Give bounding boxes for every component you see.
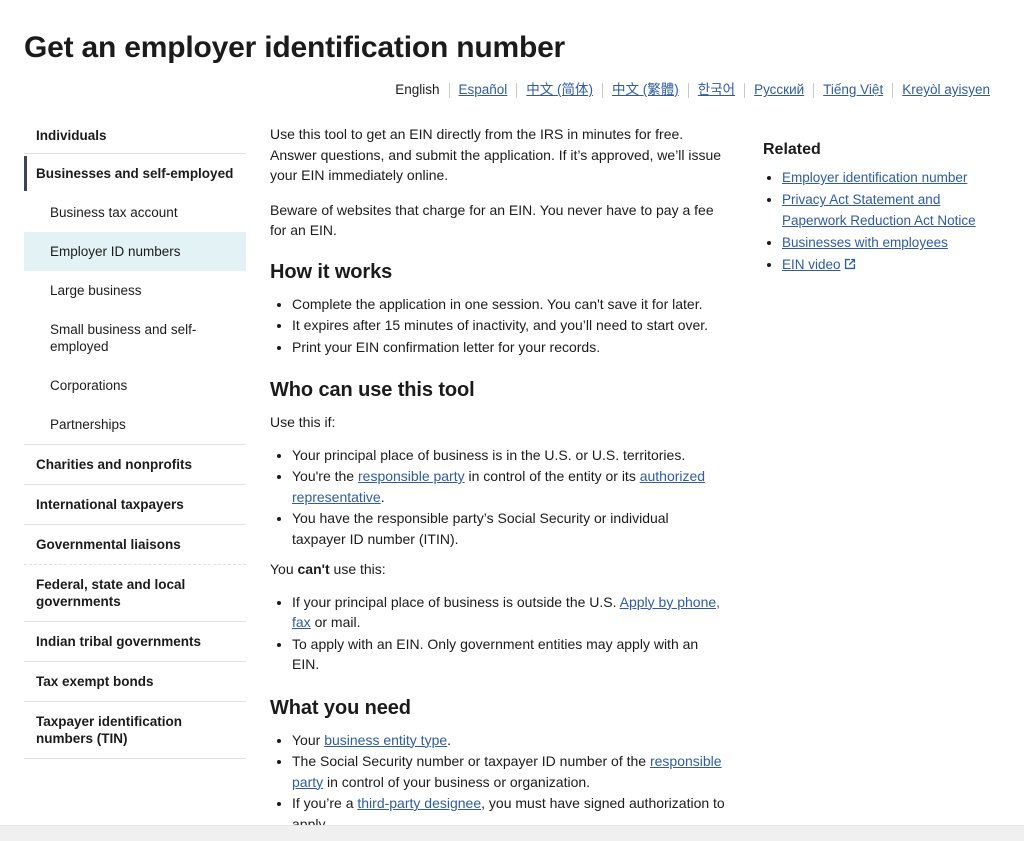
language-link-es[interactable]: Español <box>450 82 517 98</box>
sidebar-item-corporations[interactable]: Corporations <box>24 366 246 405</box>
text-fragment: . <box>380 488 385 505</box>
sidebar-item-employer-id-numbers[interactable]: Employer ID numbers <box>24 232 246 271</box>
sidebar-item-partnerships[interactable]: Partnerships <box>24 405 246 444</box>
left-sidebar-nav: Individuals Businesses and self-employed… <box>24 128 246 759</box>
list-item: You have the responsible party’s Social … <box>292 508 726 549</box>
language-link-zh-hant[interactable]: 中文 (繁體) <box>603 82 688 98</box>
related-link-ein-video[interactable]: EIN video <box>782 257 841 272</box>
text-fragment: . <box>447 731 452 748</box>
footer-strip <box>0 825 1024 841</box>
sidebar-item-small-business-and-self-employed[interactable]: Small business and self-employed <box>24 310 246 366</box>
text-fragment: If you’re a <box>292 795 358 811</box>
warning-paragraph: Beware of websites that charge for an EI… <box>270 201 714 239</box>
sidebar-item-individuals[interactable]: Individuals <box>24 128 246 153</box>
heading-what-you-need: What you need <box>270 696 411 719</box>
list-item: If your principal place of business is o… <box>292 592 726 633</box>
page-root: Get an employer identification number En… <box>0 0 1024 841</box>
text-fragment: The Social Security number or taxpayer I… <box>292 753 650 769</box>
link-responsible-party[interactable]: responsible party <box>358 468 465 484</box>
list-item: Print your EIN confirmation letter for y… <box>292 337 726 358</box>
text-fragment: use this: <box>329 561 386 577</box>
text-fragment: in control of your business or organizat… <box>323 773 591 790</box>
link-third-party-designee[interactable]: third-party designee <box>357 795 481 811</box>
list-item: Your business entity type. <box>292 730 726 751</box>
sidebar-item-large-business[interactable]: Large business <box>24 271 246 310</box>
related-link-privacy-act-statement[interactable]: Privacy Act Statement and Paperwork Redu… <box>782 192 976 228</box>
sidebar-item-business-tax-account[interactable]: Business tax account <box>24 193 246 232</box>
what-you-need-list: Your business entity type. The Social Se… <box>270 730 726 835</box>
list-item: The Social Security number or taxpayer I… <box>292 751 726 792</box>
text-fragment: You <box>270 561 298 577</box>
text-fragment: If your principal place of business is o… <box>292 593 620 610</box>
cant-use-list: If your principal place of business is o… <box>270 592 726 675</box>
use-this-if-label: Use this if: <box>270 414 336 430</box>
cant-use-label: You can't use this: <box>270 559 726 580</box>
who-can-use-list: Your principal place of business is in t… <box>270 445 726 550</box>
related-heading: Related <box>763 141 821 158</box>
sidebar-item-charities-and-nonprofits[interactable]: Charities and nonprofits <box>24 445 246 484</box>
text-emphasis-cant: can't <box>297 561 330 577</box>
list-item: Complete the application in one session.… <box>292 294 726 315</box>
heading-how-it-works: How it works <box>270 260 393 283</box>
language-link-zh-hans[interactable]: 中文 (简体) <box>517 82 602 98</box>
list-item: Businesses with employees <box>782 232 1003 253</box>
sidebar-item-businesses-and-self-employed[interactable]: Businesses and self-employed <box>24 154 246 193</box>
list-item: Privacy Act Statement and Paperwork Redu… <box>782 189 1003 231</box>
page-title: Get an employer identification number <box>24 31 566 65</box>
sidebar-item-indian-tribal-governments[interactable]: Indian tribal governments <box>24 622 246 661</box>
link-business-entity-type[interactable]: business entity type <box>324 732 447 748</box>
related-link-businesses-with-employees[interactable]: Businesses with employees <box>782 235 948 250</box>
main-content: Use this tool to get an EIN directly fro… <box>270 124 726 841</box>
text-fragment: Your <box>292 731 325 748</box>
language-link-ht[interactable]: Kreyòl ayisyen <box>893 82 990 98</box>
external-link-icon <box>844 255 856 276</box>
language-current: English <box>395 82 440 97</box>
sidebar-item-tax-exempt-bonds[interactable]: Tax exempt bonds <box>24 662 246 701</box>
list-item: EIN video <box>782 254 1003 276</box>
language-link-ko[interactable]: 한국어 <box>689 82 744 98</box>
heading-who-can-use-this-tool: Who can use this tool <box>270 379 475 401</box>
intro-paragraph: Use this tool to get an EIN directly fro… <box>270 126 722 183</box>
text-fragment: in control of the entity or its <box>464 468 640 484</box>
related-link-employer-identification-number[interactable]: Employer identification number <box>782 170 967 185</box>
related-list: Employer identification number Privacy A… <box>763 167 1003 276</box>
text-fragment: You're the <box>292 468 358 484</box>
sidebar-divider <box>24 758 246 759</box>
list-item: It expires after 15 minutes of inactivit… <box>292 315 726 336</box>
language-selector: English Español 中文 (简体) 中文 (繁體) 한국어 Русс… <box>395 82 990 98</box>
language-link-ru[interactable]: Русский <box>745 82 813 98</box>
list-item: You're the responsible party in control … <box>292 466 726 507</box>
how-it-works-list: Complete the application in one session.… <box>270 294 726 358</box>
sidebar-item-taxpayer-identification-numbers[interactable]: Taxpayer identification numbers (TIN) <box>24 702 246 758</box>
list-item: To apply with an EIN. Only government en… <box>292 634 726 675</box>
list-item: Your principal place of business is in t… <box>292 445 726 466</box>
text-fragment: or mail. <box>310 614 361 630</box>
list-item: Employer identification number <box>782 167 1003 188</box>
sidebar-item-governmental-liaisons[interactable]: Governmental liaisons <box>24 525 246 564</box>
sidebar-section-businesses: Businesses and self-employed Business ta… <box>24 153 246 444</box>
sidebar-item-international-taxpayers[interactable]: International taxpayers <box>24 485 246 524</box>
sidebar-item-federal-state-and-local-governments[interactable]: Federal, state and local governments <box>24 565 246 621</box>
related-links-panel: Related Employer identification number P… <box>763 140 1003 277</box>
language-link-vi[interactable]: Tiếng Việt <box>814 82 892 98</box>
